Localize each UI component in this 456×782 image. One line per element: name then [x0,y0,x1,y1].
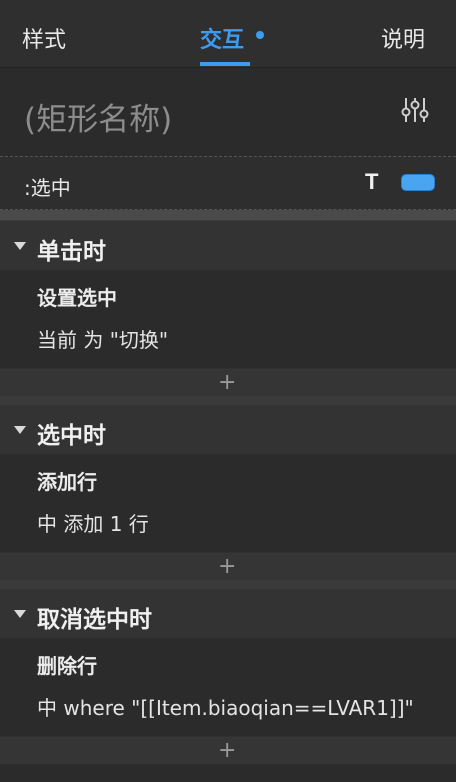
collapse-triangle-icon[interactable] [14,610,26,618]
state-row[interactable]: :选中 T [0,156,456,210]
state-label: :选中 [24,176,71,200]
action-block[interactable]: 设置选中 当前 为 "切换" [0,270,456,368]
tab-notes[interactable]: 说明 [381,22,425,54]
add-action-row[interactable]: + [0,368,456,396]
section-divider [0,396,456,404]
tab-interact[interactable]: 交互 [200,22,244,54]
plus-icon[interactable]: + [218,553,236,581]
action-detail[interactable]: 当前 为 "切换" [0,318,456,368]
sliders-icon[interactable] [400,95,430,125]
collapse-triangle-icon[interactable] [14,426,26,434]
unsaved-dot-icon [256,31,264,39]
action-name[interactable]: 删除行 [0,650,456,686]
plus-icon[interactable]: + [218,369,236,397]
interaction-panel: 样式 交互 说明 (矩形名称) :选中 T 单击时 设置选中 当前 为 "切换"… [0,0,456,782]
section-divider [0,210,456,220]
event-title: 选中时 [37,423,106,449]
action-name[interactable]: 设置选中 [0,282,456,318]
widget-name-input[interactable]: (矩形名称) [24,94,172,139]
text-style-icon[interactable]: T [365,169,378,195]
section-divider [0,580,456,588]
action-detail[interactable]: 中 添加 1 行 [0,502,456,552]
plus-icon[interactable]: + [218,737,236,765]
fill-color-swatch[interactable] [401,174,435,191]
add-action-row[interactable]: + [0,552,456,580]
panel-tabs: 样式 交互 说明 [0,0,456,68]
event-header-unselected[interactable]: 取消选中时 [0,588,456,638]
action-name[interactable]: 添加行 [0,466,456,502]
collapse-triangle-icon[interactable] [14,242,26,250]
widget-name-row: (矩形名称) [0,68,456,156]
event-header-selected[interactable]: 选中时 [0,404,456,454]
event-title: 单击时 [37,239,106,265]
event-header-click[interactable]: 单击时 [0,220,456,270]
action-detail[interactable]: 中 where "[[Item.biaoqian==LVAR1]]" [0,686,456,736]
action-block[interactable]: 添加行 中 添加 1 行 [0,454,456,552]
tab-style[interactable]: 样式 [22,22,66,54]
event-title: 取消选中时 [37,607,152,633]
active-tab-indicator [200,62,250,66]
add-action-row[interactable]: + [0,736,456,764]
action-block[interactable]: 删除行 中 where "[[Item.biaoqian==LVAR1]]" [0,638,456,736]
